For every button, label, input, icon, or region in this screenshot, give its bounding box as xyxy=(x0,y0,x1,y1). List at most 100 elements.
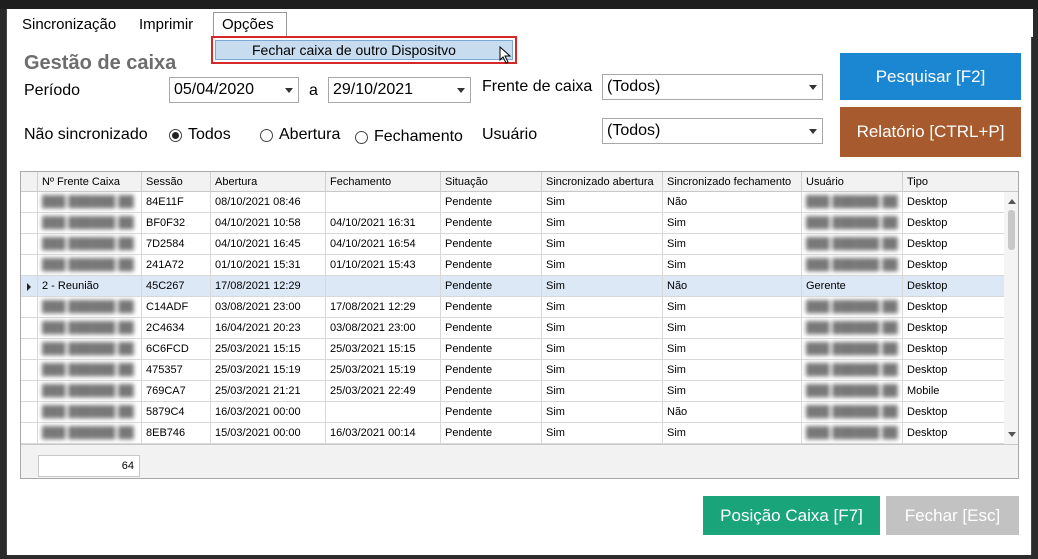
chevron-down-icon xyxy=(457,88,465,93)
usuario-select[interactable]: (Todos) xyxy=(602,118,823,144)
row-selector[interactable] xyxy=(21,339,37,360)
date-to-picker[interactable]: 29/10/2021 xyxy=(328,77,471,103)
table-row[interactable]: 2 - Reunião 45C267 17/08/2021 12:29 Pendent… xyxy=(21,276,1004,297)
cell-sessao: 5879C4 xyxy=(141,402,210,423)
current-row-icon xyxy=(27,283,31,291)
redacted-text: ███ ██████ ██ xyxy=(42,259,134,271)
cell-situacao: Pendente xyxy=(440,423,541,444)
table-row[interactable]: ███ ██████ ██ 475357 25/03/2021 15:19 25/03… xyxy=(21,360,1004,381)
col-tipo[interactable]: Tipo xyxy=(902,172,1004,192)
redacted-text: ███ ██████ ██ xyxy=(42,301,134,313)
row-selector[interactable] xyxy=(21,192,37,213)
menu-imprimir[interactable]: Imprimir xyxy=(131,12,201,37)
cell-sinc-abertura: Sim xyxy=(541,360,662,381)
cell-abertura: 15/03/2021 00:00 xyxy=(210,423,325,444)
table-row[interactable]: ███ ██████ ██ 84E11F 08/10/2021 08:46 Pende… xyxy=(21,192,1004,213)
col-usuario[interactable]: Usuário xyxy=(801,172,902,192)
cell-usuario: ███ ██████ ██ xyxy=(801,423,902,444)
menu-item-fechar-caixa-outro-dispositivo[interactable]: Fechar caixa de outro Dispositvo xyxy=(215,40,513,60)
cell-usuario: ███ ██████ ██ xyxy=(801,255,902,276)
redacted-text: ███ ██████ ██ xyxy=(42,322,134,334)
row-selector[interactable] xyxy=(21,234,37,255)
table-row[interactable]: ███ ██████ ██ 241A72 01/10/2021 15:31 01/10… xyxy=(21,255,1004,276)
date-from-picker[interactable]: 05/04/2020 xyxy=(169,77,299,103)
row-selector[interactable] xyxy=(21,255,37,276)
cell-tipo: Mobile xyxy=(902,381,1004,402)
row-selector[interactable] xyxy=(21,423,37,444)
chevron-down-icon xyxy=(809,85,817,90)
table-row[interactable]: ███ ██████ ██ BF0F32 04/10/2021 10:58 04/10… xyxy=(21,213,1004,234)
pesquisar-button[interactable]: Pesquisar [F2] xyxy=(840,53,1021,100)
cell-fechamento: 25/03/2021 15:19 xyxy=(325,360,440,381)
table-row[interactable]: ███ ██████ ██ 7D2584 04/10/2021 16:45 04/10… xyxy=(21,234,1004,255)
cell-abertura: 16/04/2021 20:23 xyxy=(210,318,325,339)
relatorio-button[interactable]: Relatório [CTRL+P] xyxy=(840,107,1021,157)
cell-fechamento: 25/03/2021 22:49 xyxy=(325,381,440,402)
scroll-down-icon[interactable] xyxy=(1008,432,1016,437)
table-row[interactable]: ███ ██████ ██ 8EB746 15/03/2021 00:00 16/03… xyxy=(21,423,1004,444)
table-row[interactable]: ███ ██████ ██ C14ADF 03/08/2021 23:00 17/08… xyxy=(21,297,1004,318)
record-count: 64 xyxy=(38,455,140,477)
menu-sincronizacao[interactable]: Sincronização xyxy=(14,12,124,37)
row-selector[interactable] xyxy=(21,402,37,423)
cell-situacao: Pendente xyxy=(440,381,541,402)
table-row[interactable]: ███ ██████ ██ 5879C4 16/03/2021 00:00 Pende… xyxy=(21,402,1004,423)
grid-rows: ███ ██████ ██ 84E11F 08/10/2021 08:46 Pende… xyxy=(21,192,1004,444)
cell-sessao: 84E11F xyxy=(141,192,210,213)
cell-sinc-fechamento: Sim xyxy=(662,213,801,234)
row-selector[interactable] xyxy=(21,360,37,381)
cell-abertura: 25/03/2021 21:21 xyxy=(210,381,325,402)
row-selector[interactable] xyxy=(21,276,37,297)
col-sinc-abertura[interactable]: Sincronizado abertura xyxy=(541,172,662,192)
chevron-down-icon xyxy=(809,129,817,134)
table-row[interactable]: ███ ██████ ██ 769CA7 25/03/2021 21:21 25/03… xyxy=(21,381,1004,402)
cell-usuario: ███ ██████ ██ xyxy=(801,381,902,402)
col-fechamento[interactable]: Fechamento xyxy=(325,172,440,192)
cell-usuario: ███ ██████ ██ xyxy=(801,360,902,381)
usuario-label: Usuário xyxy=(482,126,538,143)
cell-sinc-abertura: Sim xyxy=(541,297,662,318)
cell-sinc-fechamento: Não xyxy=(662,402,801,423)
col-abertura[interactable]: Abertura xyxy=(210,172,325,192)
usuario-value: (Todos) xyxy=(607,122,661,139)
table-row[interactable]: ███ ██████ ██ 2C4634 16/04/2021 20:23 03/08… xyxy=(21,318,1004,339)
frente-caixa-select[interactable]: (Todos) xyxy=(602,74,823,100)
col-sessao[interactable]: Sessão xyxy=(141,172,210,192)
cell-situacao: Pendente xyxy=(440,339,541,360)
cell-sessao: 241A72 xyxy=(141,255,210,276)
grid-header: Nº Frente Caixa Sessão Abertura Fechamen… xyxy=(21,172,1018,192)
cell-usuario: ███ ██████ ██ xyxy=(801,213,902,234)
grid-scrollbar[interactable] xyxy=(1004,192,1018,444)
chevron-down-icon xyxy=(285,88,293,93)
cell-sessao: 7D2584 xyxy=(141,234,210,255)
cell-sinc-abertura: Sim xyxy=(541,234,662,255)
col-sinc-fechamento[interactable]: Sincronizado fechamento xyxy=(662,172,801,192)
row-selector[interactable] xyxy=(21,381,37,402)
col-situacao[interactable]: Situação xyxy=(440,172,541,192)
cell-usuario: ███ ██████ ██ xyxy=(801,297,902,318)
posicao-caixa-button[interactable]: Posição Caixa [F7] xyxy=(703,496,880,535)
redacted-text: ███ ██████ ██ xyxy=(42,427,134,439)
table-row[interactable]: ███ ██████ ██ 6C6FCD 25/03/2021 15:15 25/03… xyxy=(21,339,1004,360)
col-frente-caixa[interactable]: Nº Frente Caixa xyxy=(37,172,141,192)
cell-sinc-fechamento: Sim xyxy=(662,318,801,339)
cell-tipo: Desktop xyxy=(902,339,1004,360)
caixa-grid: Nº Frente Caixa Sessão Abertura Fechamen… xyxy=(20,171,1019,479)
cell-abertura: 04/10/2021 10:58 xyxy=(210,213,325,234)
scroll-up-icon[interactable] xyxy=(1008,199,1016,204)
cell-sinc-fechamento: Não xyxy=(662,276,801,297)
cell-abertura: 16/03/2021 00:00 xyxy=(210,402,325,423)
row-selector[interactable] xyxy=(21,318,37,339)
cell-usuario: ███ ██████ ██ xyxy=(801,402,902,423)
cell-frente-caixa: ███ ██████ ██ xyxy=(37,318,141,339)
redacted-text: ███ ██████ ██ xyxy=(806,196,898,208)
fechar-button[interactable]: Fechar [Esc] xyxy=(886,496,1019,535)
row-selector[interactable] xyxy=(21,213,37,234)
scroll-thumb[interactable] xyxy=(1008,210,1015,250)
cell-sessao: BF0F32 xyxy=(141,213,210,234)
menu-opcoes[interactable]: Opções xyxy=(213,12,287,37)
cell-sinc-fechamento: Sim xyxy=(662,339,801,360)
row-selector[interactable] xyxy=(21,297,37,318)
caixa-window: Sincronização Imprimir Opções Fechar cai… xyxy=(6,9,1033,555)
cell-frente-caixa: ███ ██████ ██ xyxy=(37,234,141,255)
